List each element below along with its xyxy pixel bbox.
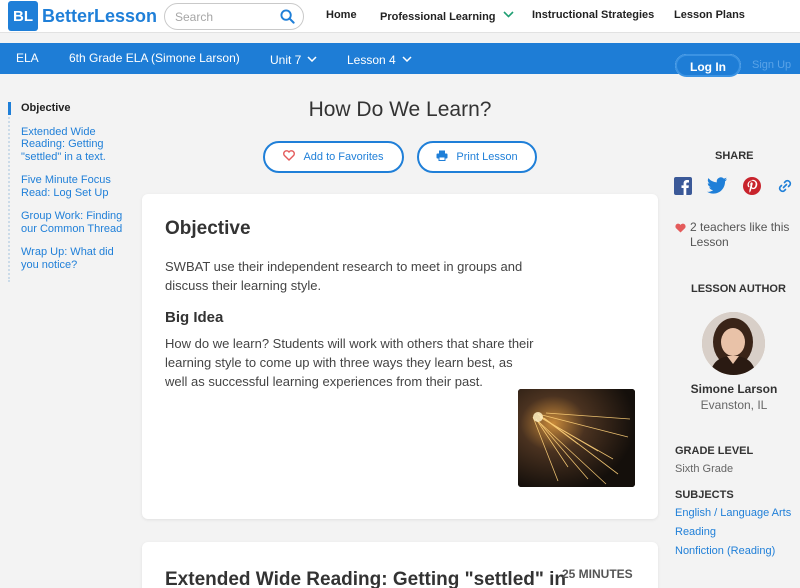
logo-text: BetterLesson (42, 5, 158, 26)
search-box (164, 3, 304, 30)
section-title: Extended Wide Reading: Getting "settled"… (165, 569, 567, 588)
share-label: SHARE (715, 150, 754, 162)
nav-professional-learning-label: Professional Learning (380, 11, 496, 23)
pinterest-icon[interactable] (743, 177, 761, 200)
share-icons (674, 177, 794, 200)
signup-link[interactable]: Sign Up (752, 59, 791, 71)
add-to-favorites-label: Add to Favorites (303, 151, 384, 163)
subject-link-nonfiction[interactable]: Nonfiction (Reading) (675, 544, 795, 559)
subjects-list: English / Language Arts Reading Nonficti… (675, 506, 795, 563)
login-label: Log In (675, 54, 741, 77)
lesson-author-label: LESSON AUTHOR (691, 283, 786, 295)
big-idea-heading: Big Idea (165, 309, 224, 326)
printer-icon (436, 150, 456, 164)
extended-wide-reading-card: Extended Wide Reading: Getting "settled"… (142, 542, 658, 588)
facebook-icon[interactable] (674, 177, 692, 200)
author-location: Evanston, IL (700, 398, 768, 412)
author-name[interactable]: Simone Larson (674, 382, 794, 396)
section-nav-group-work[interactable]: Group Work: Finding our Common Thread (10, 210, 124, 235)
print-lesson-button[interactable]: Print Lesson (417, 141, 537, 173)
lesson-subbar: ELA 6th Grade ELA (Simone Larson) Unit 7… (0, 43, 800, 77)
section-nav-extended-wide-reading[interactable]: Extended Wide Reading: Getting "settled"… (10, 126, 124, 164)
search-icon[interactable] (280, 9, 295, 29)
logo-mark: BL (8, 1, 38, 31)
breadcrumb-course[interactable]: 6th Grade ELA (Simone Larson) (69, 51, 240, 65)
section-nav: Objective Extended Wide Reading: Getting… (8, 102, 124, 282)
chevron-down-icon (402, 51, 412, 65)
chevron-down-icon (502, 9, 514, 21)
subject-link-ela[interactable]: English / Language Arts (675, 506, 795, 521)
search-input[interactable] (175, 9, 275, 25)
sparks-image[interactable] (518, 389, 635, 487)
grade-level-label: GRADE LEVEL (675, 445, 754, 457)
section-nav-five-minute-focus[interactable]: Five Minute Focus Read: Log Set Up (10, 174, 124, 199)
login-button[interactable]: Log In (675, 54, 741, 77)
lesson-label: Lesson 4 (347, 53, 396, 67)
section-nav-objective[interactable]: Objective (8, 102, 124, 115)
nav-lesson-plans[interactable]: Lesson Plans (674, 9, 745, 21)
breadcrumb-subject[interactable]: ELA (16, 51, 39, 65)
lesson-title: How Do We Learn? (308, 98, 492, 121)
nav-home[interactable]: Home (326, 9, 357, 21)
big-idea-text: How do we learn? Students will work with… (165, 336, 534, 389)
likes-text: 2 teachers like this Lesson (690, 220, 790, 249)
subjects-label: SUBJECTS (675, 489, 734, 501)
unit-label: Unit 7 (270, 53, 302, 67)
lesson-dropdown[interactable]: Lesson 4 (347, 51, 412, 67)
objective-card: Objective SWBAT use their independent re… (142, 194, 658, 519)
unit-dropdown[interactable]: Unit 7 (270, 51, 317, 67)
chevron-down-icon (307, 51, 317, 65)
top-header: BL BetterLesson Home Professional Learni… (0, 0, 800, 33)
link-icon[interactable] (776, 177, 794, 200)
print-lesson-label: Print Lesson (456, 151, 518, 163)
grade-level-value: Sixth Grade (675, 463, 734, 475)
section-duration: 25 MINUTES (562, 567, 633, 581)
section-nav-wrap-up[interactable]: Wrap Up: What did you notice? (10, 246, 124, 271)
twitter-icon[interactable] (707, 177, 728, 200)
author-avatar[interactable] (702, 312, 765, 375)
heart-icon (675, 222, 686, 237)
nav-professional-learning[interactable]: Professional Learning (380, 9, 514, 23)
subject-link-reading[interactable]: Reading (675, 525, 795, 540)
add-to-favorites-button[interactable]: Add to Favorites (263, 141, 404, 173)
likes-count: 2 teachers like this Lesson (675, 220, 795, 250)
betterlesson-logo[interactable]: BL BetterLesson (8, 1, 157, 31)
heart-icon (283, 150, 303, 164)
objective-heading: Objective (165, 218, 251, 239)
objective-text: SWBAT use their independent research to … (165, 259, 523, 293)
nav-instructional-strategies[interactable]: Instructional Strategies (532, 9, 654, 21)
